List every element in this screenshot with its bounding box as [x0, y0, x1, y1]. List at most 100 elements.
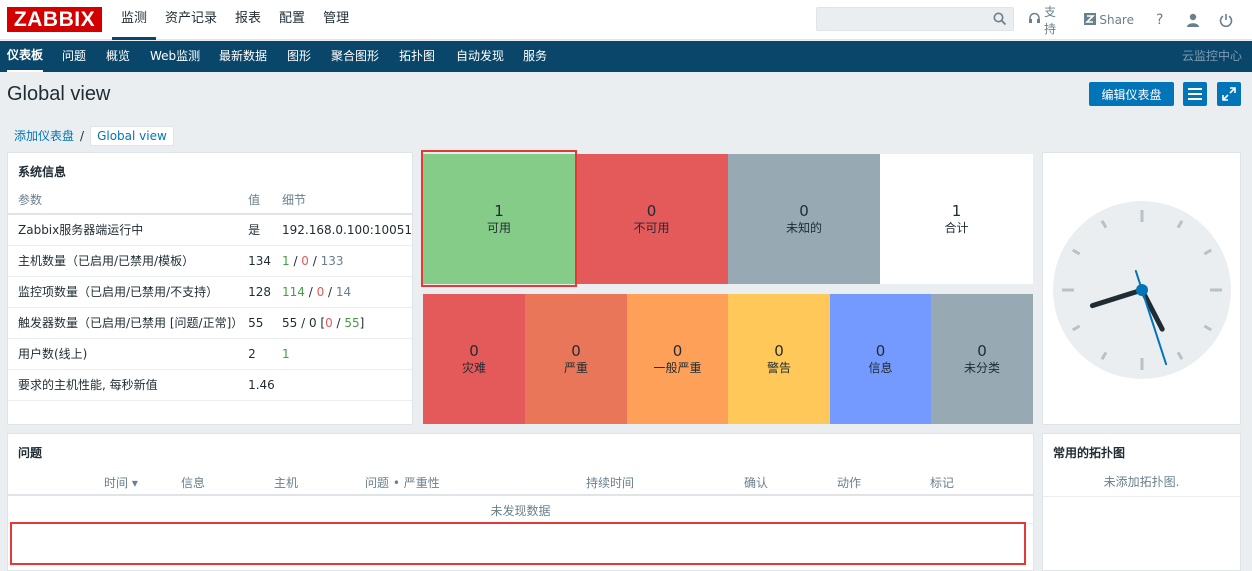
support-label: 支持: [1044, 5, 1057, 36]
table-row: 主机数量（已启用/已禁用/模板） 134 1 / 0 / 133: [8, 245, 412, 277]
detail-cell: 114 / 0 / 14: [281, 276, 412, 308]
highlight-box: [10, 522, 1026, 565]
detail-cell: 1 / 0 / 133: [281, 245, 412, 277]
col-time[interactable]: 时间 ▾: [104, 474, 138, 491]
help-icon[interactable]: ?: [1152, 12, 1167, 28]
disabled-count: 0: [301, 253, 309, 268]
headset-icon: [1028, 12, 1041, 28]
page-title: Global view: [7, 83, 111, 105]
subnav-problems[interactable]: 问题: [62, 41, 86, 72]
favourite-maps-widget: 常用的拓扑图 未添加拓扑图.: [1042, 433, 1241, 571]
subnav-web[interactable]: Web监测: [150, 41, 200, 72]
problem-count: 0: [325, 315, 333, 330]
tile-count: 1: [951, 202, 962, 220]
value-cell: 55: [248, 307, 282, 339]
slash: /: [297, 315, 309, 330]
tile-count: 0: [646, 202, 657, 220]
system-info-widget: 系统信息 参数 值 细节 Zabbix服务器端运行中 是 192.168.0.1…: [7, 152, 413, 425]
param-cell: 要求的主机性能, 每秒新值: [8, 369, 249, 401]
param-cell: 用户数(线上): [8, 338, 249, 370]
zabbix-logo[interactable]: ZABBIX: [7, 7, 102, 32]
menu-monitoring[interactable]: 监测: [112, 0, 157, 40]
enabled-count: 114: [281, 284, 305, 299]
fullscreen-button[interactable]: [1217, 82, 1241, 106]
col-problem-severity: 问题 • 严重性: [365, 476, 440, 490]
param-cell: Zabbix服务器端运行中: [8, 214, 249, 246]
tile-label: 信息: [868, 361, 893, 375]
subnav-discovery[interactable]: 自动发现: [456, 41, 504, 72]
edit-dashboard-button[interactable]: 编辑仪表盘: [1089, 82, 1174, 106]
param-cell: 触发器数量（已启用/已禁用 [问题/正常]）: [8, 307, 249, 339]
clock-widget: [1042, 152, 1241, 425]
template-count: 133: [320, 253, 344, 268]
slash: /: [332, 315, 345, 330]
tile-count: 0: [571, 342, 581, 360]
support-link[interactable]: 支持: [1028, 3, 1066, 37]
disabled-count: 0: [308, 315, 317, 330]
search-input[interactable]: [817, 8, 987, 30]
table-row: 监控项数量（已启用/已禁用/不支持） 128 114 / 0 / 14: [8, 276, 412, 308]
slash: /: [324, 284, 336, 299]
subnav-screens[interactable]: 聚合图形: [331, 41, 379, 72]
subnav-dashboard[interactable]: 仪表板: [7, 41, 44, 72]
slash: /: [308, 253, 321, 268]
menu-configuration[interactable]: 配置: [270, 0, 314, 40]
breadcrumb-current[interactable]: Global view: [90, 125, 174, 146]
tile-label: 灾难: [461, 361, 486, 375]
server-name: 云监控中心: [1181, 49, 1242, 63]
widget-title: 系统信息: [18, 165, 67, 179]
unsupported-count: 14: [335, 284, 352, 299]
tile-unknown[interactable]: 0 未知的: [728, 154, 880, 284]
value-cell: 是: [248, 214, 282, 246]
tile-label: 未分类: [963, 361, 1000, 375]
value-cell: 2: [248, 338, 282, 370]
subnav-graphs[interactable]: 图形: [287, 41, 311, 72]
top-header: ZABBIX 监测 资产记录 报表 配置 管理 支持 Share ?: [0, 0, 1252, 40]
search-icon[interactable]: [993, 12, 1007, 29]
breadcrumb: 添加仪表盘 / Global view: [14, 125, 174, 146]
tile-unavailable[interactable]: 0 不可用: [575, 154, 728, 284]
bracket-open: [: [316, 315, 326, 330]
tile-high[interactable]: 0 严重: [525, 294, 627, 424]
header-links: 支持 Share ?: [1028, 0, 1252, 40]
tile-information[interactable]: 0 信息: [830, 294, 931, 424]
problems-header-row: 时间 ▾ 信息 主机 问题 • 严重性 持续时间 确认 动作 标记: [8, 467, 1033, 496]
col-ack: 确认: [744, 476, 769, 490]
breadcrumb-dashboards-link[interactable]: 添加仪表盘: [14, 127, 74, 144]
tile-label: 严重: [563, 361, 588, 375]
tile-average[interactable]: 0 一般严重: [627, 294, 728, 424]
table-row: Zabbix服务器端运行中 是 192.168.0.100:10051: [8, 214, 412, 246]
ok-count: 55: [344, 315, 360, 330]
dashboard-actions-button[interactable]: [1183, 82, 1207, 106]
menu-administration[interactable]: 管理: [314, 0, 358, 40]
share-label: Share: [1099, 13, 1134, 27]
table-header-row: 参数 值 细节: [8, 185, 412, 215]
online-count: 1: [281, 346, 290, 361]
menu-reports[interactable]: 报表: [226, 0, 270, 40]
fullscreen-icon: [1222, 87, 1236, 101]
tile-warning[interactable]: 0 警告: [728, 294, 830, 424]
user-profile-icon[interactable]: [1185, 12, 1200, 28]
no-maps-message: 未添加拓扑图.: [1043, 468, 1240, 497]
power-icon[interactable]: [1219, 12, 1234, 28]
problems-by-severity-widget: 0 灾难 0 严重 0 一般严重 0 警告 0 信息 0 未分类: [421, 293, 1034, 424]
slash: /: [289, 253, 302, 268]
detail-cell: 55 / 0 [0 / 55]: [281, 307, 412, 339]
table-row: 用户数(线上) 2 1: [8, 338, 412, 370]
col-actions: 动作: [837, 476, 862, 490]
tile-disaster[interactable]: 0 灾难: [423, 294, 525, 424]
subnav-overview[interactable]: 概览: [106, 41, 130, 72]
tile-not-classified[interactable]: 0 未分类: [931, 294, 1033, 424]
value-cell: 1.46: [248, 369, 282, 401]
subnav-services[interactable]: 服务: [523, 41, 547, 72]
share-z-icon: [1084, 12, 1097, 28]
subnav-maps[interactable]: 拓扑图: [399, 41, 435, 72]
col-duration: 持续时间: [586, 476, 635, 490]
subnav-latest-data[interactable]: 最新数据: [219, 41, 267, 72]
tile-total[interactable]: 1 合计: [880, 154, 1033, 284]
menu-inventory[interactable]: 资产记录: [156, 0, 226, 40]
share-link[interactable]: Share: [1084, 12, 1134, 28]
enabled-count: 55: [281, 315, 298, 330]
tile-label: 未知的: [785, 221, 822, 235]
bracket-close: ]: [359, 315, 365, 330]
